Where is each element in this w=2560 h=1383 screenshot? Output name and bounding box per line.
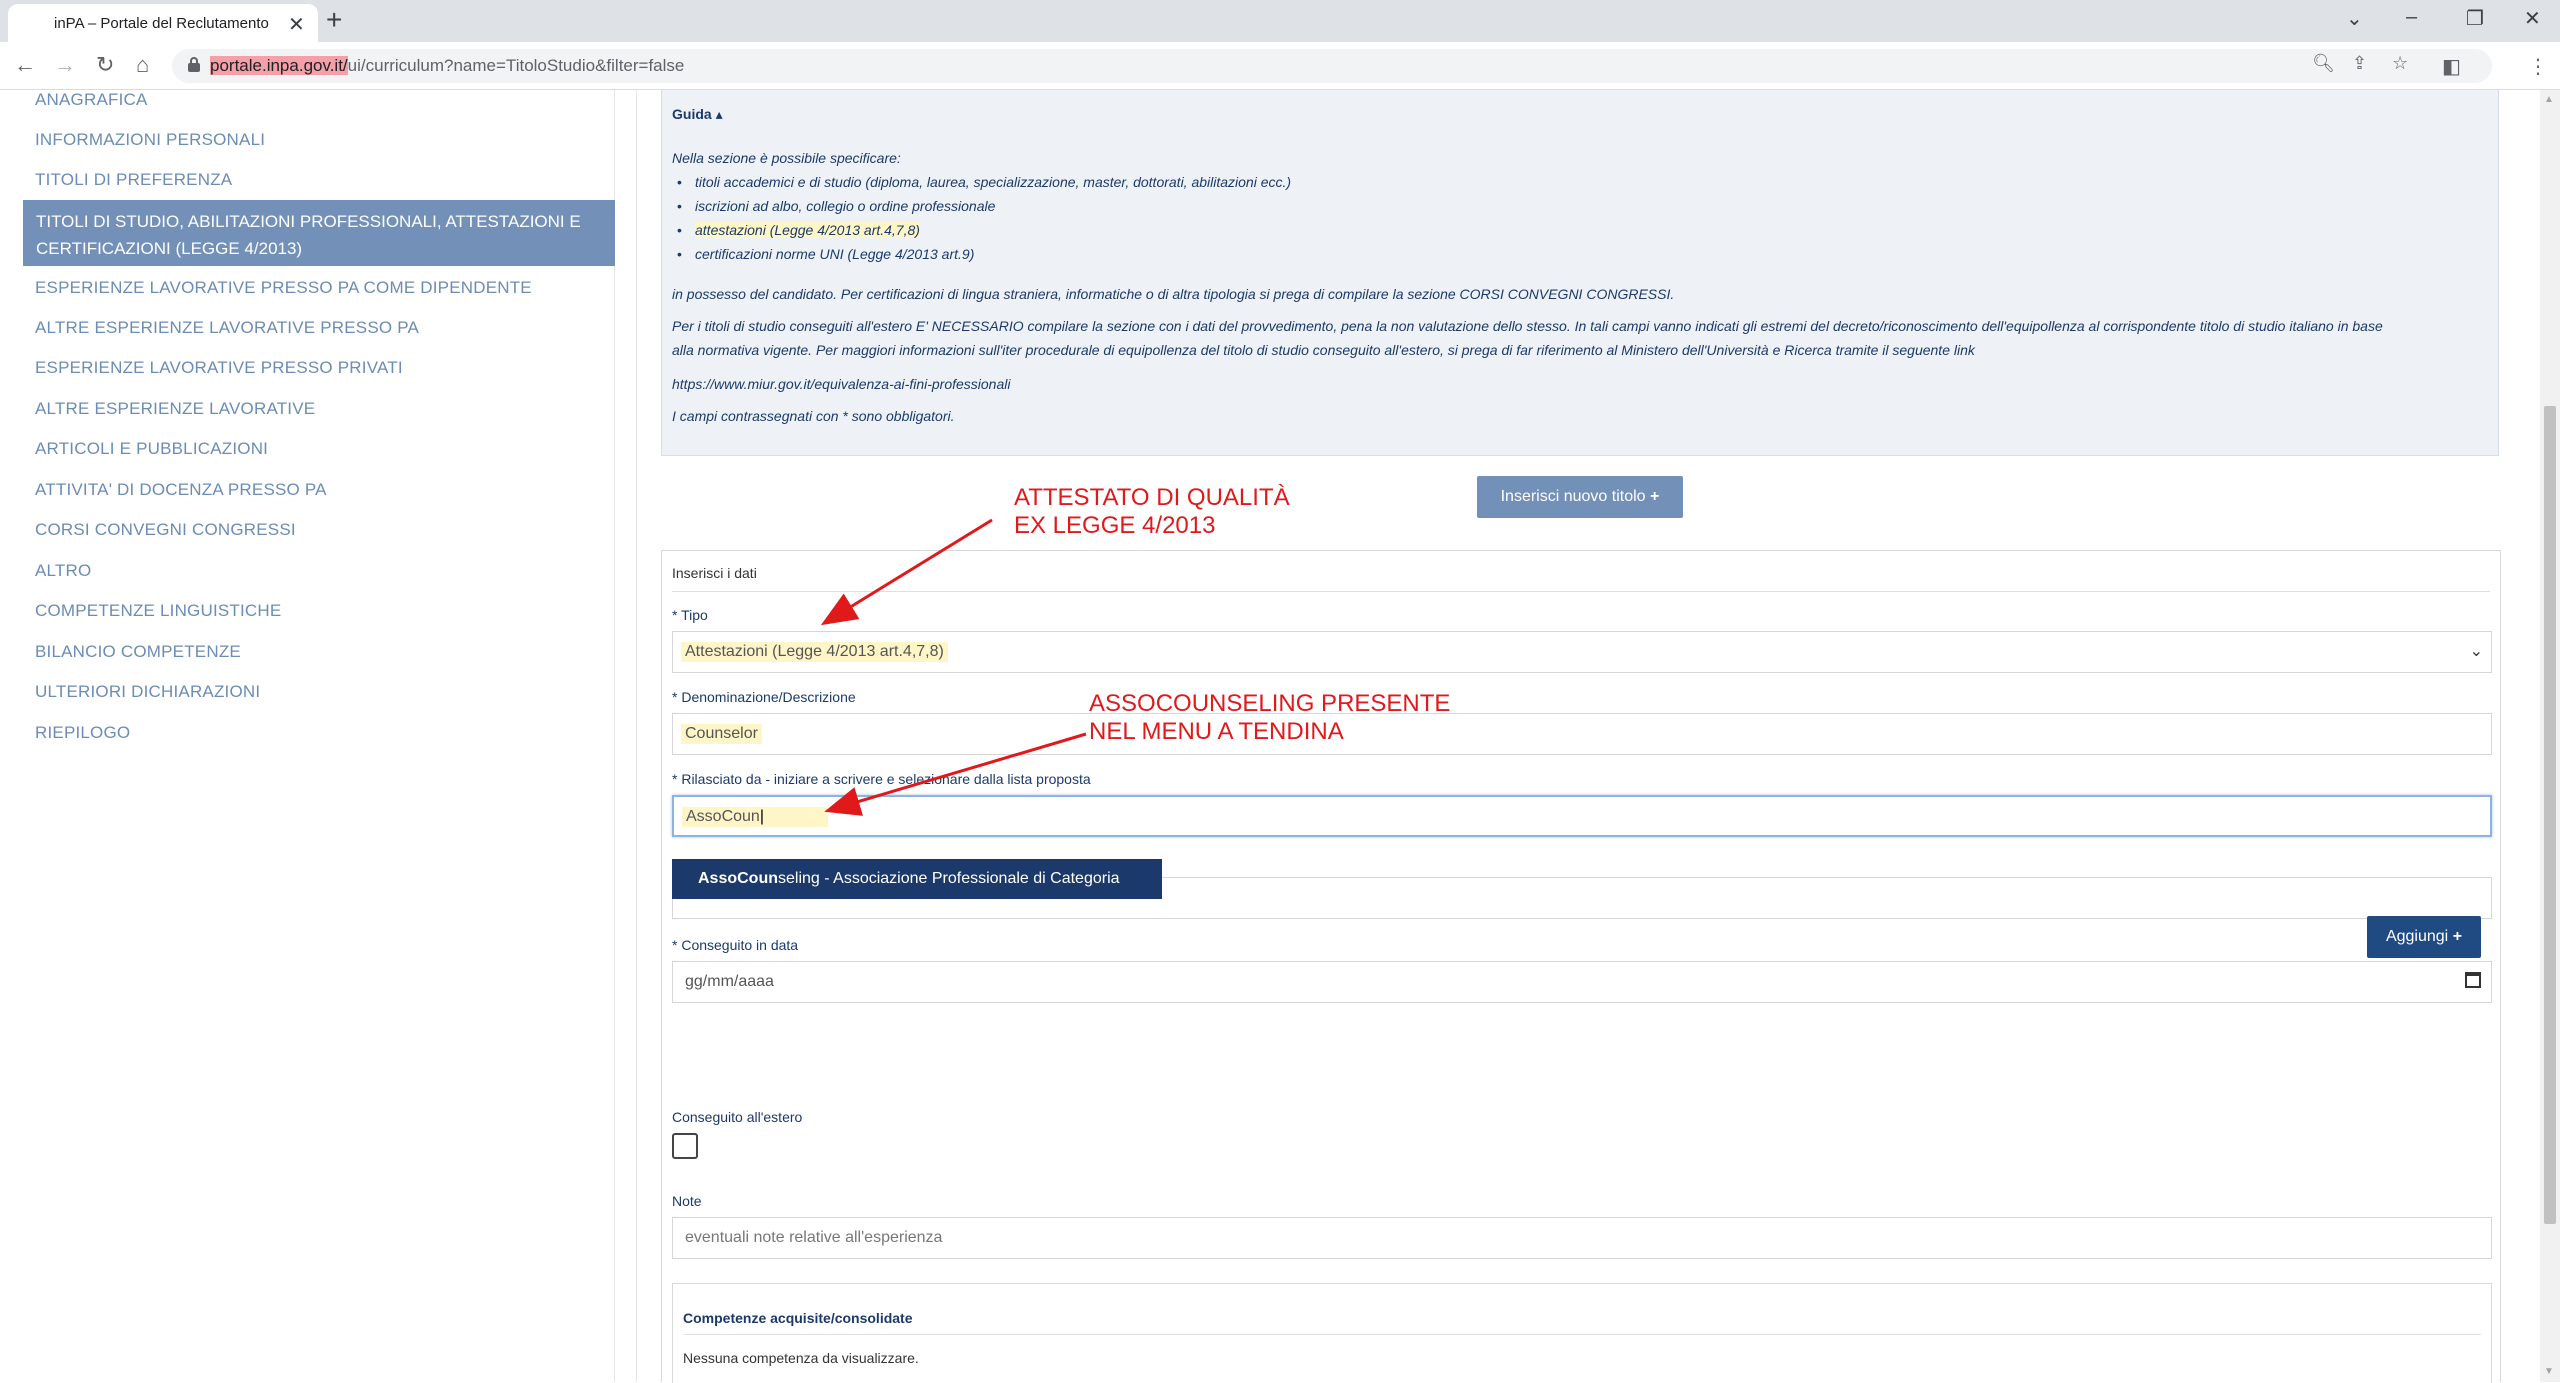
sidebar-item-bilancio-competenze[interactable]: BILANCIO COMPETENZE (35, 642, 241, 662)
guide-paragraph: alla normativa vigente. Per maggiori inf… (672, 342, 1975, 358)
competenze-empty-text: Nessuna competenza da visualizzare. (683, 1350, 919, 1366)
tipo-value: Attestazioni (Legge 4/2013 art.4,7,8) (681, 642, 948, 662)
sidebar-item-competenze-linguistiche[interactable]: COMPETENZE LINGUISTICHE (35, 601, 281, 621)
tipo-select[interactable]: Attestazioni (Legge 4/2013 art.4,7,8) ⌄ (672, 631, 2492, 673)
sidebar-item-articoli[interactable]: ARTICOLI E PUBBLICAZIONI (35, 439, 268, 459)
denominazione-label: * Denominazione/Descrizione (672, 689, 856, 705)
guide-link[interactable]: https://www.miur.gov.it/equivalenza-ai-f… (672, 376, 1010, 392)
note-label: Note (672, 1193, 702, 1209)
lock-icon (188, 57, 200, 72)
rilasciato-autocomplete-input[interactable]: AssoCoun| (672, 795, 2492, 837)
guide-bullet: titoli accademici e di studio (diploma, … (677, 174, 1291, 190)
tab-search-icon[interactable]: ⌄ (2346, 6, 2363, 31)
guide-toggle[interactable]: Guida ▴ (672, 106, 723, 123)
rilasciato-label: * Rilasciato da - iniziare a scrivere e … (672, 771, 1091, 787)
competenze-panel: Competenze acquisite/consolidate Nessuna… (672, 1283, 2492, 1383)
guide-paragraph: in possesso del candidato. Per certifica… (672, 286, 1675, 302)
scroll-up-icon[interactable]: ▲ (2544, 94, 2554, 105)
window-close-icon[interactable]: ✕ (2524, 6, 2541, 31)
plus-icon: + (1650, 488, 1660, 505)
sidebar-item-titoli-studio[interactable]: TITOLI DI STUDIO, ABILITAZIONI PROFESSIO… (23, 200, 615, 266)
sidebar-item-altre-esperienze-pa[interactable]: ALTRE ESPERIENZE LAVORATIVE PRESSO PA (35, 318, 419, 338)
sidebar-item-ulteriori-dichiarazioni[interactable]: ULTERIORI DICHIARAZIONI (35, 682, 260, 702)
sidebar-item-altre-esperienze[interactable]: ALTRE ESPERIENZE LAVORATIVE (35, 399, 315, 419)
data-entry-card: Inserisci i dati * Tipo Attestazioni (Le… (661, 550, 2501, 1383)
sidebar-item-esperienze-pa-dipendente[interactable]: ESPERIENZE LAVORATIVE PRESSO PA COME DIP… (35, 278, 532, 298)
minimize-icon[interactable]: – (2406, 6, 2417, 29)
scroll-thumb[interactable] (2544, 406, 2556, 1224)
data-label: * Conseguito in data (672, 937, 799, 953)
denominazione-input[interactable]: Counselor (672, 713, 2492, 755)
share-icon[interactable]: ⇪ (2352, 53, 2367, 74)
home-icon[interactable]: ⌂ (136, 52, 149, 78)
curriculum-sidebar: ANAGRAFICA INFORMAZIONI PERSONALI TITOLI… (15, 90, 615, 1382)
page-scrollbar[interactable]: ▲ ▼ (2540, 90, 2560, 1382)
zoom-icon[interactable]: 🔍︎ (2312, 53, 2335, 74)
new-tab-icon[interactable]: + (326, 4, 342, 36)
address-bar[interactable]: portale.inpa.gov.it/ui/curriculum?name=T… (172, 49, 2492, 83)
guide-panel: Guida ▴ Nella sezione è possibile specif… (661, 90, 2499, 456)
note-placeholder: eventuali note relative all'esperienza (685, 1229, 943, 1246)
tab-title: inPA – Portale del Reclutamento (54, 15, 269, 32)
reload-icon[interactable]: ↻ (96, 52, 114, 78)
restore-icon[interactable]: ❐ (2466, 6, 2484, 31)
url-text[interactable]: portale.inpa.gov.it/ui/curriculum?name=T… (210, 56, 684, 76)
autocomplete-suggestion[interactable]: AssoCounseling - Associazione Profession… (672, 859, 1162, 899)
browser-toolbar: ← → ↻ ⌂ portale.inpa.gov.it/ui/curriculu… (0, 42, 2560, 90)
sidebar-item-anagrafica[interactable]: ANAGRAFICA (35, 90, 148, 110)
annotation-attestato: ATTESTATO DI QUALITÀ EX LEGGE 4/2013 (1014, 484, 1290, 539)
sidebar-item-esperienze-privati[interactable]: ESPERIENZE LAVORATIVE PRESSO PRIVATI (35, 358, 403, 378)
sidebar-item-riepilogo[interactable]: RIEPILOGO (35, 723, 130, 743)
sidebar-item-label: TITOLI DI STUDIO, ABILITAZIONI PROFESSIO… (36, 212, 581, 258)
tipo-label: * Tipo (672, 607, 708, 623)
chevron-down-icon: ⌄ (2469, 643, 2483, 660)
guide-bullet-highlighted: attestazioni (Legge 4/2013 art.4,7,8) (677, 222, 920, 238)
main-content: Guida ▴ Nella sezione è possibile specif… (636, 90, 2526, 1383)
sidebar-item-corsi[interactable]: CORSI CONVEGNI CONGRESSI (35, 520, 296, 540)
rilasciato-value: AssoCoun| (682, 807, 828, 827)
denominazione-value: Counselor (681, 724, 762, 744)
browser-tab-bar: inPA – Portale del Reclutamento ✕ + ⌄ – … (0, 0, 2560, 42)
forward-icon[interactable]: → (54, 52, 76, 78)
insert-new-title-button[interactable]: Inserisci nuovo titolo + (1477, 476, 1683, 518)
scroll-down-icon[interactable]: ▼ (2544, 1366, 2554, 1377)
guide-bullet: iscrizioni ad albo, collegio o ordine pr… (677, 198, 995, 214)
sidebar-item-informazioni-personali[interactable]: INFORMAZIONI PERSONALI (35, 130, 265, 150)
annotation-assocounseling: ASSOCOUNSELING PRESENTE NEL MENU A TENDI… (1089, 690, 1451, 745)
plus-icon: + (2452, 928, 2463, 945)
estero-checkbox[interactable] (672, 1133, 698, 1159)
bookmark-star-icon[interactable]: ☆ (2392, 53, 2408, 74)
estero-label: Conseguito all'estero (672, 1109, 803, 1125)
back-icon[interactable]: ← (14, 52, 36, 78)
card-title: Inserisci i dati (672, 565, 757, 581)
sidebar-item-docenza[interactable]: ATTIVITA' DI DOCENZA PRESSO PA (35, 480, 327, 500)
sidebar-item-altro[interactable]: ALTRO (35, 561, 91, 581)
competenze-title: Competenze acquisite/consolidate (683, 1310, 913, 1326)
guide-required-note: I campi contrassegnati con * sono obblig… (672, 408, 955, 424)
browser-menu-icon[interactable]: ⋮ (2528, 54, 2548, 79)
guide-intro: Nella sezione è possibile specificare: (672, 150, 901, 166)
chevron-up-icon: ▴ (715, 106, 723, 122)
add-competence-button[interactable]: Aggiungi + (2367, 916, 2481, 958)
tab-close-icon[interactable]: ✕ (288, 12, 305, 37)
browser-tab[interactable]: inPA – Portale del Reclutamento ✕ (8, 4, 318, 42)
date-input[interactable]: gg/mm/aaaa (672, 961, 2492, 1003)
sidebar-item-titoli-preferenza[interactable]: TITOLI DI PREFERENZA (35, 170, 232, 190)
guide-paragraph: Per i titoli di studio conseguiti all'es… (672, 318, 2383, 334)
divider (672, 591, 2490, 592)
guide-bullet: certificazioni norme UNI (Legge 4/2013 a… (677, 246, 974, 262)
date-placeholder: gg/mm/aaaa (685, 973, 774, 990)
divider (683, 1334, 2481, 1335)
calendar-icon[interactable] (2465, 972, 2481, 988)
side-panel-icon[interactable]: ◧ (2442, 54, 2461, 79)
note-input[interactable]: eventuali note relative all'esperienza (672, 1217, 2492, 1259)
